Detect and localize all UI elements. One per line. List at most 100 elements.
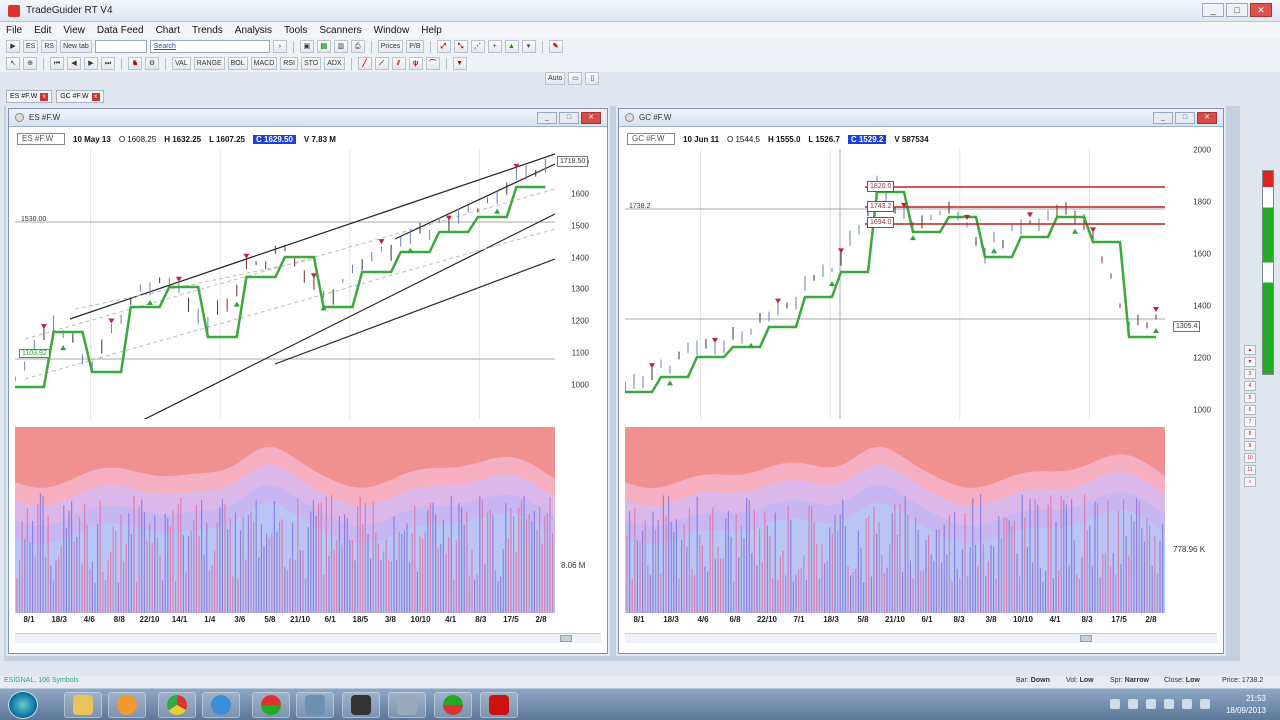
tile-horizontal-icon[interactable]: ▭ (568, 72, 583, 85)
horizontal-scrollbar[interactable] (15, 633, 601, 643)
volume-chart[interactable]: 8.06 M (15, 427, 603, 613)
rs-button[interactable]: RS (41, 40, 58, 53)
tray-icon[interactable] (1128, 699, 1138, 709)
price-plot[interactable] (625, 149, 1165, 419)
sign-of-strength-marker[interactable] (407, 247, 414, 253)
sign-of-strength-marker[interactable] (60, 345, 67, 351)
trend-line[interactable] (115, 213, 555, 419)
menu-help[interactable]: Help (421, 25, 442, 36)
draw-pitchfork-icon[interactable]: ψ (408, 57, 423, 70)
sign-of-weakness-marker[interactable] (649, 363, 655, 369)
sign-of-strength-marker[interactable] (1153, 327, 1159, 333)
close-button[interactable]: ✕ (1250, 3, 1272, 17)
adx-button[interactable]: ADX (324, 57, 345, 70)
price-chart[interactable]: GC #F.W 10 Jun 11 O 1544.5 H 1555.0 L 15… (625, 131, 1219, 423)
val-button[interactable]: VAL (172, 57, 191, 70)
minimize-button[interactable]: _ (1202, 3, 1224, 17)
draw-arc-icon[interactable]: ⌒ (425, 57, 440, 70)
taskbar-media-icon[interactable] (108, 692, 146, 718)
price-plot[interactable] (15, 149, 555, 419)
symbol-input[interactable] (94, 40, 147, 53)
menu-data-feed[interactable]: Data Feed (97, 25, 144, 36)
tray-icon[interactable] (1182, 699, 1192, 709)
close-tab-icon[interactable]: x (91, 92, 100, 101)
sign-of-weakness-marker[interactable] (712, 338, 718, 344)
next-bar-icon[interactable]: ▶ (84, 57, 98, 70)
side-tool-icon[interactable]: 8 (1244, 429, 1256, 439)
sign-of-strength-marker[interactable] (748, 342, 754, 348)
taskbar-chrome-icon[interactable] (158, 692, 196, 718)
bol-button[interactable]: BOL (227, 57, 248, 70)
side-tool-icon[interactable]: 3 (1244, 369, 1256, 379)
indicator-toggle-icon[interactable]: ▲ (504, 40, 519, 53)
sign-of-weakness-marker[interactable] (40, 324, 47, 330)
sign-of-weakness-marker[interactable] (1090, 227, 1096, 233)
symbol-field[interactable]: ES #F.W (17, 133, 65, 145)
last-bar-icon[interactable]: ⏭ (101, 57, 115, 70)
side-tool-icon[interactable]: 6 (1244, 405, 1256, 415)
draw-trend-icon[interactable]: ⤢ (436, 40, 451, 53)
maximize-button[interactable]: □ (1226, 3, 1248, 17)
menu-chart[interactable]: Chart (156, 25, 180, 36)
maximize-button[interactable]: □ (1175, 112, 1195, 124)
tray-icon[interactable] (1110, 699, 1120, 709)
prices-button[interactable]: Prices (377, 40, 404, 53)
volume-plot[interactable] (15, 427, 555, 613)
sign-of-weakness-marker[interactable] (1153, 306, 1159, 312)
horizontal-scrollbar[interactable] (625, 633, 1217, 643)
zoom-icon[interactable]: ⌕ (1244, 477, 1256, 487)
tray-icon[interactable] (1164, 699, 1174, 709)
scroll-thumb[interactable] (560, 635, 572, 642)
sign-of-weakness-marker[interactable] (838, 248, 844, 254)
taskbar-monitor-icon[interactable] (296, 692, 334, 718)
close-tab-icon[interactable]: x (40, 92, 49, 101)
chart-window-gc[interactable]: GC #F.W _ □ ✕ GC #F.W 10 Jun 11 O 1544.5… (618, 108, 1224, 654)
draw-fan-icon[interactable]: ⋰ (470, 40, 485, 53)
trend-line[interactable] (24, 228, 555, 380)
side-tool-icon[interactable]: 4 (1244, 381, 1256, 391)
range-button[interactable]: RANGE (193, 57, 225, 70)
go-button[interactable]: › (272, 40, 287, 53)
pb-button[interactable]: P/B (406, 40, 424, 53)
draw-line-icon[interactable]: ╱ (357, 57, 372, 70)
draw-channel-icon[interactable]: ⤡ (453, 40, 468, 53)
trend-line[interactable] (394, 163, 555, 240)
open-icon[interactable]: ▶ (6, 40, 20, 53)
draw-parallel-icon[interactable]: ⫽ (391, 57, 406, 70)
tray-icon[interactable] (1146, 699, 1156, 709)
trend-line[interactable] (69, 153, 555, 320)
menu-edit[interactable]: Edit (34, 25, 51, 36)
start-button[interactable] (8, 691, 38, 719)
indicator-menu-icon[interactable]: ▾ (521, 40, 536, 53)
resistance-box[interactable]: 1820.0 (867, 181, 895, 192)
resistance-box[interactable]: 1743.2 (867, 201, 895, 212)
sign-of-strength-marker[interactable] (1072, 228, 1078, 234)
resistance-box[interactable]: 1694.0 (867, 217, 895, 228)
tile-vertical-icon[interactable]: ▯ (585, 72, 600, 85)
sto-button[interactable]: STO (300, 57, 322, 70)
settings-icon[interactable]: ⚙ (145, 57, 159, 70)
search-input[interactable]: Search (149, 40, 270, 53)
tab-gc[interactable]: GC #F.W x (56, 90, 104, 103)
sign-of-weakness-marker[interactable] (775, 298, 781, 304)
menu-scanners[interactable]: Scanners (319, 25, 361, 36)
pointer-icon[interactable]: ↖ (6, 57, 20, 70)
volume-plot[interactable] (625, 427, 1165, 613)
crosshair-icon[interactable]: + (487, 40, 502, 53)
taskbar-ie-icon[interactable] (202, 692, 240, 718)
sign-of-strength-marker[interactable] (910, 235, 916, 241)
menu-analysis[interactable]: Analysis (235, 25, 272, 36)
minimize-button[interactable]: _ (537, 112, 557, 124)
side-tool-icon[interactable]: ▼ (1244, 357, 1256, 367)
price-axis[interactable]: 1700 1600 1500 1400 1300 1200 1100 1000 (555, 149, 589, 419)
draw-ray-icon[interactable]: ⟋ (374, 57, 389, 70)
sign-of-strength-marker[interactable] (494, 208, 501, 214)
export-icon[interactable]: ▥ (333, 40, 348, 53)
print-icon[interactable]: ⎙ (350, 40, 365, 53)
side-tool-icon[interactable]: 11 (1244, 465, 1256, 475)
side-tool-icon[interactable]: 5 (1244, 393, 1256, 403)
taskbar-tradeguider-icon[interactable] (252, 692, 290, 718)
menu-view[interactable]: View (63, 25, 85, 36)
menu-window[interactable]: Window (374, 25, 410, 36)
taskbar-network-icon[interactable] (388, 692, 426, 718)
